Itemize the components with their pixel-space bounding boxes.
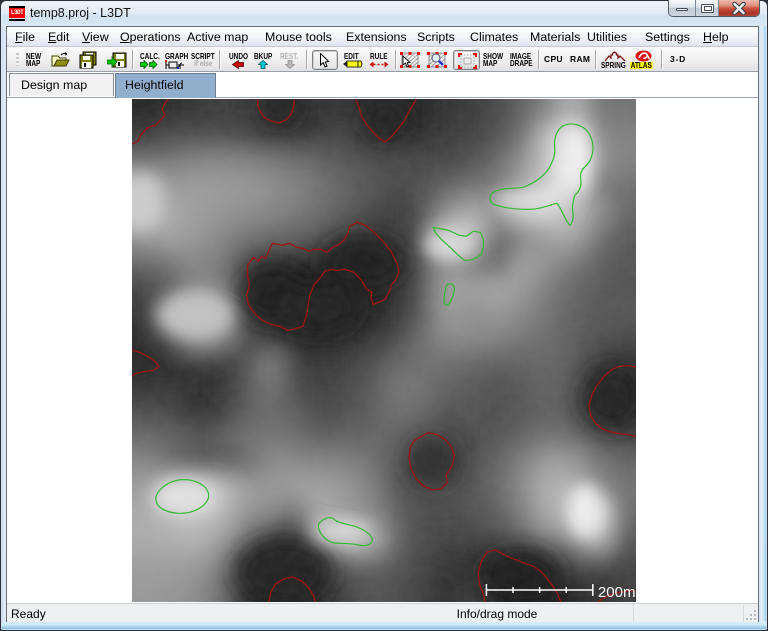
svg-text:200m: 200m [598,584,636,601]
